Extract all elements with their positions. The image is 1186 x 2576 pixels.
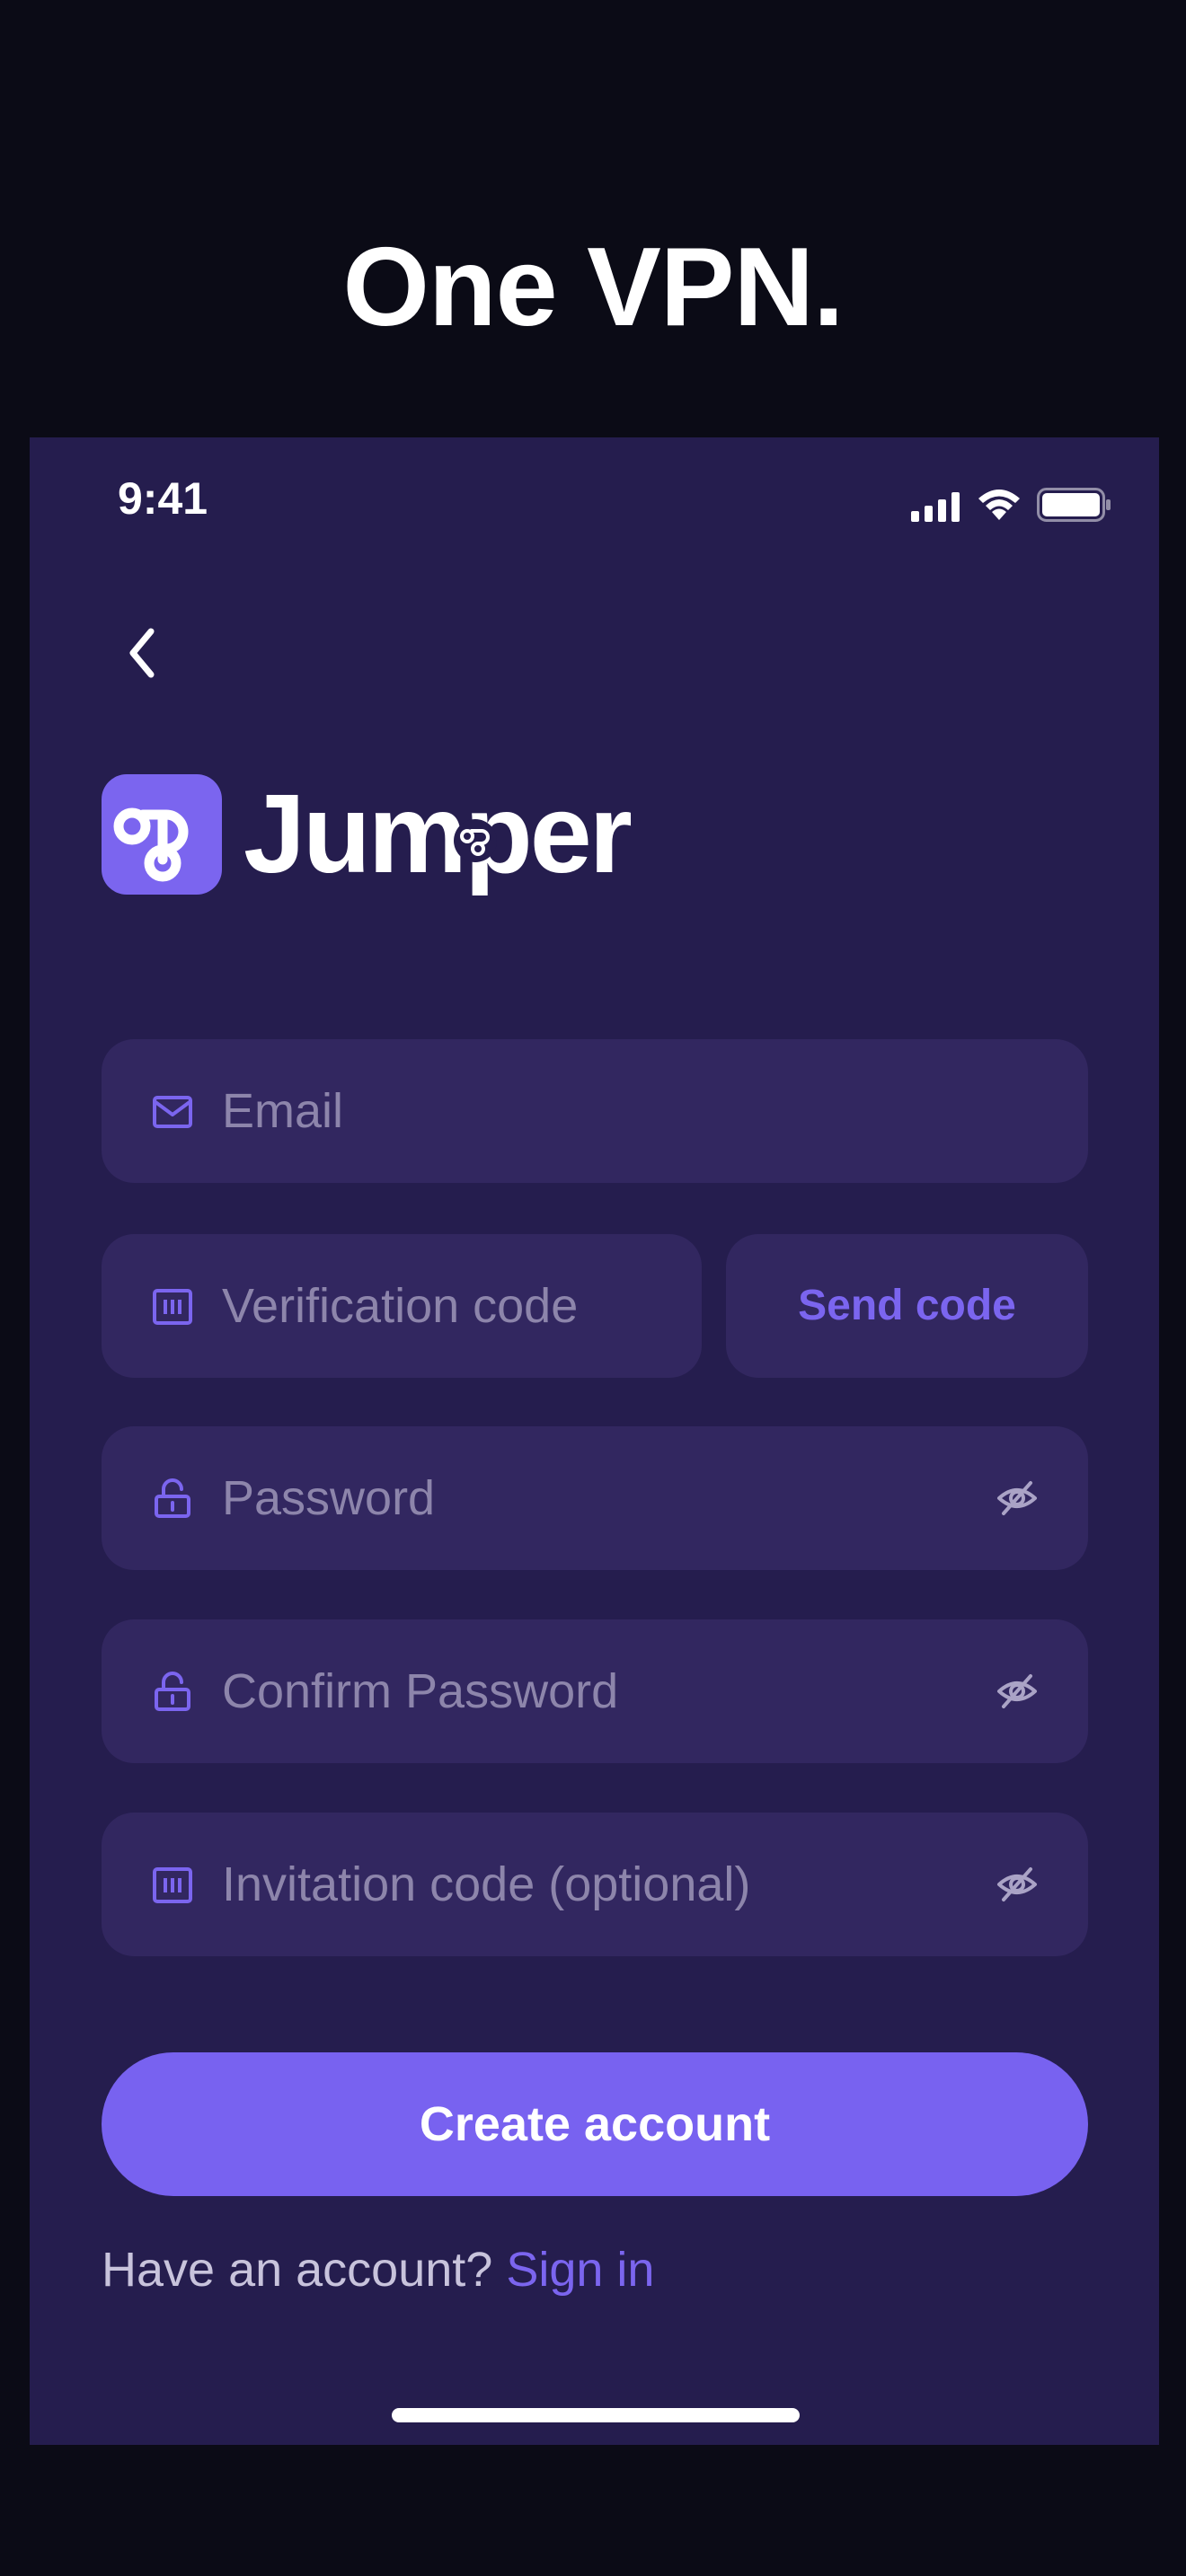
eye-off-icon[interactable] (996, 1478, 1038, 1519)
marketing-screenshot: One VPN. 9:41 Jumper Email Verification … (0, 0, 1186, 2576)
home-indicator[interactable] (392, 2408, 800, 2422)
jumper-logo-icon (102, 774, 222, 895)
send-code-button[interactable]: Send code (726, 1234, 1088, 1378)
confirm-password-input[interactable] (222, 1619, 984, 1763)
wifi-icon (977, 488, 1022, 522)
verification-code-field-container (102, 1234, 702, 1378)
code-icon (152, 1286, 193, 1328)
status-icons (911, 488, 1118, 524)
email-input[interactable] (222, 1039, 984, 1183)
password-input[interactable] (222, 1426, 984, 1570)
brand-name: Jumper (243, 772, 633, 896)
headline: One VPN. (342, 225, 844, 349)
code-icon (152, 1865, 193, 1906)
sign-in-link[interactable]: Sign in (506, 2243, 654, 2297)
eye-off-icon[interactable] (996, 1864, 1038, 1905)
jumper-logo-badge-icon (454, 819, 497, 862)
password-field-container (102, 1426, 1088, 1570)
cellular-signal-icon (911, 491, 963, 522)
lock-icon (152, 1478, 193, 1520)
email-field-container (102, 1039, 1088, 1183)
battery-icon (1037, 488, 1112, 522)
invitation-code-input[interactable] (222, 1813, 984, 1956)
eye-off-icon[interactable] (996, 1671, 1038, 1712)
status-bar: 9:41 (30, 437, 1159, 536)
phone-screen: 9:41 Jumper Email Verification code Send… (30, 437, 1159, 2445)
chevron-left-icon (129, 628, 155, 678)
lock-icon (152, 1672, 193, 1713)
mail-icon (152, 1091, 193, 1133)
invitation-code-field-container (102, 1813, 1088, 1956)
status-time: 9:41 (118, 473, 208, 524)
sign-in-prompt-text: Have an account? (102, 2243, 493, 2297)
confirm-password-field-container (102, 1619, 1088, 1763)
create-account-button[interactable]: Create account (102, 2052, 1088, 2196)
sign-in-prompt: Have an account? Sign in (102, 2234, 654, 2306)
back-button[interactable] (102, 610, 188, 696)
verification-code-input[interactable] (222, 1234, 669, 1378)
